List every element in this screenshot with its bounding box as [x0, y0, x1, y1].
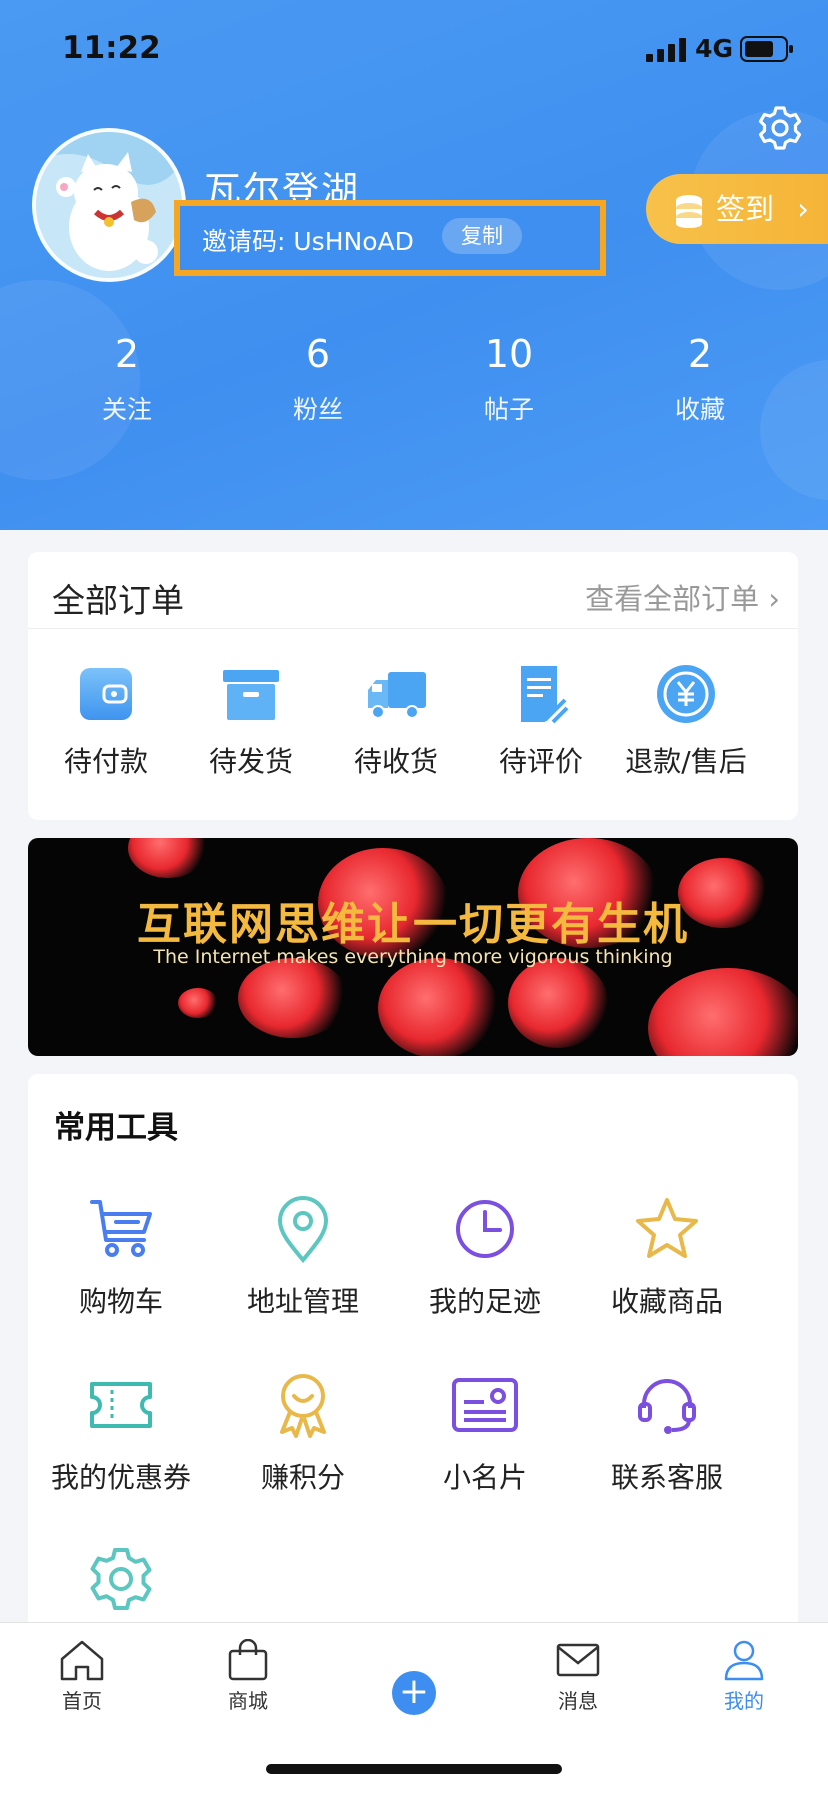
tool-label: 赚积分 — [260, 1461, 345, 1494]
medal-icon — [280, 1374, 326, 1438]
coupon-icon — [90, 1382, 152, 1428]
settings-gear-icon[interactable] — [756, 104, 804, 152]
refund-icon — [657, 665, 715, 723]
tool-label: 我的足迹 — [428, 1285, 541, 1318]
mail-icon — [556, 1643, 600, 1677]
tab-label: 我的 — [724, 1689, 764, 1713]
stat-label: 帖子 — [483, 395, 534, 424]
sign-in-button[interactable]: 签到 › — [646, 174, 828, 244]
view-all-orders-label: 查看全部订单 — [585, 582, 760, 616]
gear-icon — [90, 1548, 152, 1610]
tool-earn-points[interactable]: 赚积分 — [212, 1370, 394, 1496]
card-icon — [452, 1378, 518, 1432]
tool-customer-service[interactable]: 联系客服 — [576, 1370, 758, 1496]
home-indicator[interactable] — [266, 1764, 562, 1774]
tool-label: 地址管理 — [246, 1285, 359, 1318]
cat-avatar-icon — [36, 132, 182, 278]
tab-mall[interactable]: 商城 — [188, 1639, 308, 1714]
stat-label: 收藏 — [674, 395, 725, 424]
profile-header: 11:22 4G 瓦尔登湖 邀请码: UsHNoAD 复制 签到 › 2 关注 … — [0, 0, 828, 530]
tool-business-card[interactable]: 小名片 — [394, 1370, 576, 1496]
star-icon — [636, 1198, 698, 1258]
review-icon — [521, 666, 569, 724]
tool-settings[interactable] — [30, 1544, 212, 1630]
stat-label: 粉丝 — [292, 395, 343, 424]
stat-favorites[interactable]: 2 收藏 — [605, 332, 795, 426]
tool-address[interactable]: 地址管理 — [212, 1194, 394, 1320]
order-label: 待付款 — [63, 745, 148, 778]
headset-icon — [638, 1379, 696, 1434]
avatar[interactable] — [32, 128, 186, 282]
plus-icon: + — [398, 1671, 430, 1712]
battery-icon — [740, 36, 793, 62]
divider — [28, 628, 798, 629]
order-pending-payment[interactable]: 待付款 — [31, 662, 181, 780]
stat-value: 2 — [114, 332, 140, 376]
bag-icon — [228, 1639, 268, 1681]
decor-blob — [128, 838, 208, 878]
home-icon — [60, 1640, 104, 1681]
view-all-orders-link[interactable]: 查看全部订单 › — [585, 576, 780, 618]
tool-label: 小名片 — [442, 1461, 527, 1494]
clock-icon — [456, 1200, 514, 1258]
tool-cart[interactable]: 购物车 — [30, 1194, 212, 1320]
stat-value: 10 — [484, 332, 534, 376]
decor-blob — [378, 958, 498, 1056]
stat-followers[interactable]: 6 粉丝 — [223, 332, 413, 426]
decor-blob — [508, 958, 608, 1048]
tab-label: 消息 — [558, 1689, 598, 1713]
tool-history[interactable]: 我的足迹 — [394, 1194, 576, 1320]
tool-label: 收藏商品 — [610, 1285, 723, 1318]
chevron-right-icon: › — [797, 192, 809, 226]
stat-value: 2 — [687, 332, 713, 376]
banner-title: 互联网思维让一切更有生机 — [137, 899, 689, 950]
stat-value: 6 — [305, 332, 331, 376]
sign-in-label: 签到 — [716, 192, 775, 226]
decor-blob — [238, 958, 348, 1038]
stat-posts[interactable]: 10 帖子 — [414, 332, 604, 426]
truck-icon — [368, 672, 426, 719]
network-label: 4G — [695, 34, 733, 63]
tab-home[interactable]: 首页 — [22, 1639, 142, 1714]
tool-coupons[interactable]: 我的优惠券 — [30, 1370, 212, 1496]
orders-title: 全部订单 — [52, 581, 184, 620]
order-label: 待收货 — [353, 745, 438, 778]
order-label: 待发货 — [208, 745, 293, 778]
coin-stack-icon — [676, 195, 702, 228]
location-icon — [277, 1196, 329, 1264]
order-pending-shipment[interactable]: 待发货 — [176, 662, 326, 780]
orders-card: 全部订单 查看全部订单 › 待付款 待发货 待收货 待评价 退款/售后 — [28, 552, 798, 820]
wallet-icon — [80, 668, 132, 720]
tab-mine[interactable]: 我的 — [684, 1639, 804, 1714]
copy-button[interactable]: 复制 — [442, 218, 522, 254]
tools-card: 常用工具 购物车 地址管理 我的足迹 收藏商品 我的优惠券 赚积分 小名片 联系… — [28, 1074, 798, 1634]
tab-label: 商城 — [228, 1689, 268, 1713]
tool-favorites[interactable]: 收藏商品 — [576, 1194, 758, 1320]
decor-blob — [178, 988, 218, 1018]
box-icon — [223, 670, 279, 720]
stat-following[interactable]: 2 关注 — [32, 332, 222, 426]
status-time: 11:22 — [62, 30, 161, 66]
stat-label: 关注 — [101, 395, 152, 424]
cart-icon — [90, 1200, 152, 1257]
chevron-right-icon: › — [768, 582, 780, 616]
tool-label: 我的优惠券 — [50, 1461, 191, 1494]
order-label: 待评价 — [498, 745, 583, 778]
tool-label: 购物车 — [78, 1285, 163, 1318]
order-label: 退款/售后 — [625, 745, 747, 778]
tab-label: 首页 — [62, 1689, 102, 1713]
tools-title: 常用工具 — [54, 1110, 178, 1146]
tab-messages[interactable]: 消息 — [518, 1639, 638, 1714]
tool-label: 联系客服 — [610, 1461, 723, 1494]
banner-subtitle: The Internet makes everything more vigor… — [153, 946, 673, 968]
user-icon — [724, 1640, 764, 1681]
promo-banner[interactable]: 互联网思维让一切更有生机 The Internet makes everythi… — [28, 838, 798, 1056]
invite-code-label: 邀请码: UsHNoAD — [202, 227, 414, 256]
order-pending-review[interactable]: 待评价 — [466, 662, 616, 780]
order-pending-receipt[interactable]: 待收货 — [321, 662, 471, 780]
order-refund[interactable]: 退款/售后 — [611, 662, 761, 780]
add-post-button[interactable]: + — [392, 1671, 436, 1715]
signal-icon — [646, 38, 686, 62]
decor-blob — [648, 968, 798, 1056]
